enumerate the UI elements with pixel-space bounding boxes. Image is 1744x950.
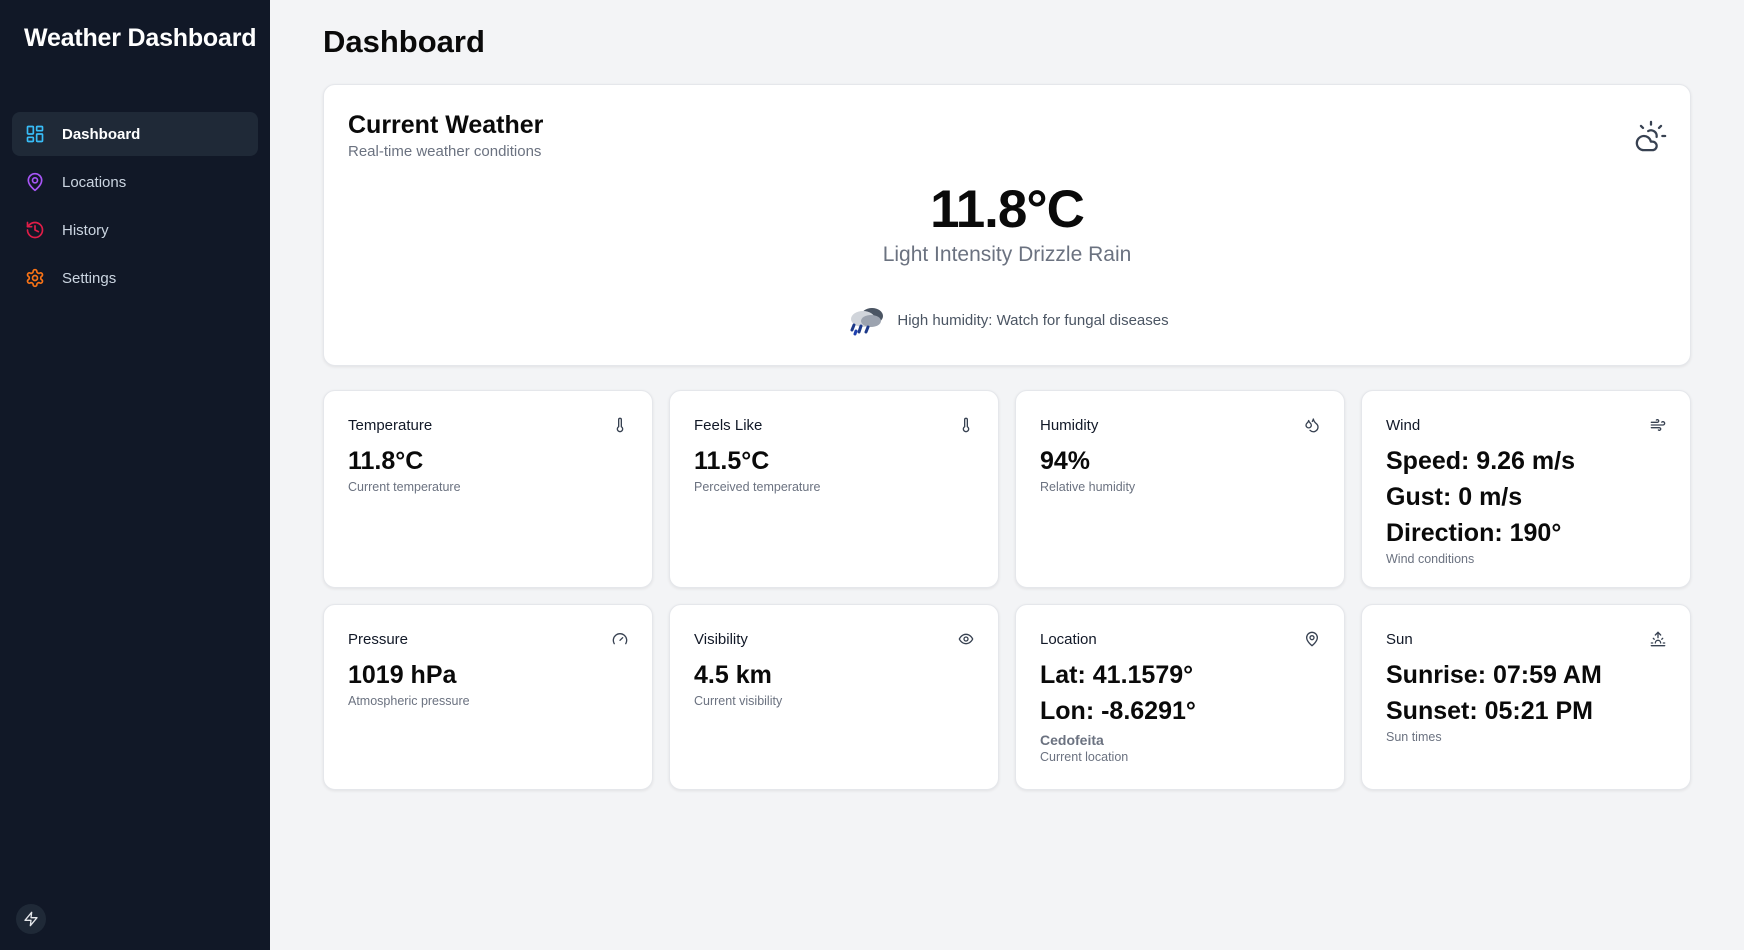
metric-caption: Current temperature (348, 480, 461, 494)
current-weather-title: Current Weather (348, 111, 544, 139)
metric-caption: Current visibility (694, 694, 783, 708)
metric-label: Feels Like (694, 417, 763, 434)
metric-label: Humidity (1040, 417, 1099, 434)
wind-direction: Direction: 190° (1386, 519, 1562, 547)
sidebar-item-label: History (62, 221, 109, 239)
wind-speed: Speed: 9.26 m/s (1386, 447, 1575, 475)
sidebar-item-label: Dashboard (62, 125, 141, 143)
visibility-card: Visibility 4.5 km Current visibility (669, 604, 999, 790)
sidebar-item-history[interactable]: History (12, 208, 258, 252)
current-weather-card: Current Weather Real-time weather condit… (323, 84, 1691, 366)
weather-alert: High humidity: Watch for fungal diseases (324, 303, 1690, 337)
droplets-icon (1304, 417, 1320, 433)
metric-caption: Relative humidity (1040, 480, 1136, 494)
metric-caption: Atmospheric pressure (348, 694, 470, 708)
app-title: Weather Dashboard (24, 24, 257, 52)
sidebar-item-dashboard[interactable]: Dashboard (12, 112, 258, 156)
wind-card: Wind Speed: 9.26 m/s Gust: 0 m/s Directi… (1361, 390, 1691, 588)
sidebar-nav: Dashboard Locations History Settings (12, 112, 258, 304)
sidebar-item-settings[interactable]: Settings (12, 256, 258, 300)
metric-caption: Perceived temperature (694, 480, 821, 494)
metric-label: Sun (1386, 631, 1413, 648)
page-title: Dashboard (323, 24, 485, 59)
sidebar: Weather Dashboard Dashboard Locations Hi… (0, 0, 270, 950)
longitude-value: Lon: -8.6291° (1040, 697, 1196, 725)
cloud-sun-icon (1635, 120, 1667, 152)
humidity-card: Humidity 94% Relative humidity (1015, 390, 1345, 588)
wind-gust: Gust: 0 m/s (1386, 483, 1523, 511)
current-temperature: 11.8°C (930, 180, 1085, 239)
current-weather-subtitle: Real-time weather conditions (348, 143, 542, 160)
alert-text: High humidity: Watch for fungal diseases (897, 311, 1169, 329)
latitude-value: Lat: 41.1579° (1040, 661, 1194, 689)
location-name: Cedofeita (1040, 732, 1104, 748)
humidity-value: 94% (1040, 447, 1091, 475)
metric-caption: Sun times (1386, 730, 1442, 744)
metric-label: Pressure (348, 631, 409, 648)
gauge-icon (612, 631, 628, 647)
thermometer-icon (612, 417, 628, 433)
sidebar-item-label: Settings (62, 269, 117, 287)
eye-icon (958, 631, 974, 647)
sunrise-value: Sunrise: 07:59 AM (1386, 661, 1602, 689)
main-content: Dashboard Current Weather Real-time weat… (270, 0, 1744, 950)
feels-like-value: 11.5°C (694, 447, 770, 475)
sidebar-item-locations[interactable]: Locations (12, 160, 258, 204)
bolt-button[interactable] (16, 904, 46, 934)
pressure-value: 1019 hPa (348, 661, 457, 689)
rain-cloud-icon (850, 308, 884, 336)
sunrise-icon (1650, 631, 1666, 647)
bolt-icon (24, 911, 38, 927)
temperature-value: 11.8°C (348, 447, 424, 475)
map-pin-icon (1304, 631, 1320, 647)
grid-icon (25, 124, 45, 144)
gear-icon (25, 268, 45, 288)
history-icon (25, 220, 45, 240)
temperature-card: Temperature 11.8°C Current temperature (323, 390, 653, 588)
location-card: Location Lat: 41.1579° Lon: -8.6291° Ced… (1015, 604, 1345, 790)
feels-like-card: Feels Like 11.5°C Perceived temperature (669, 390, 999, 588)
metric-label: Visibility (694, 631, 748, 648)
wind-icon (1650, 417, 1666, 433)
sunset-value: Sunset: 05:21 PM (1386, 697, 1594, 725)
sun-card: Sun Sunrise: 07:59 AM Sunset: 05:21 PM S… (1361, 604, 1691, 790)
thermometer-icon (958, 417, 974, 433)
pressure-card: Pressure 1019 hPa Atmospheric pressure (323, 604, 653, 790)
metric-label: Temperature (348, 417, 433, 434)
map-pin-icon (25, 172, 45, 192)
metric-caption: Current location (1040, 750, 1129, 764)
weather-description: Light Intensity Drizzle Rain (882, 243, 1132, 266)
metric-caption: Wind conditions (1386, 552, 1475, 566)
metric-label: Location (1040, 631, 1097, 648)
metric-label: Wind (1386, 417, 1421, 434)
visibility-value: 4.5 km (694, 661, 772, 689)
sidebar-item-label: Locations (62, 173, 127, 191)
